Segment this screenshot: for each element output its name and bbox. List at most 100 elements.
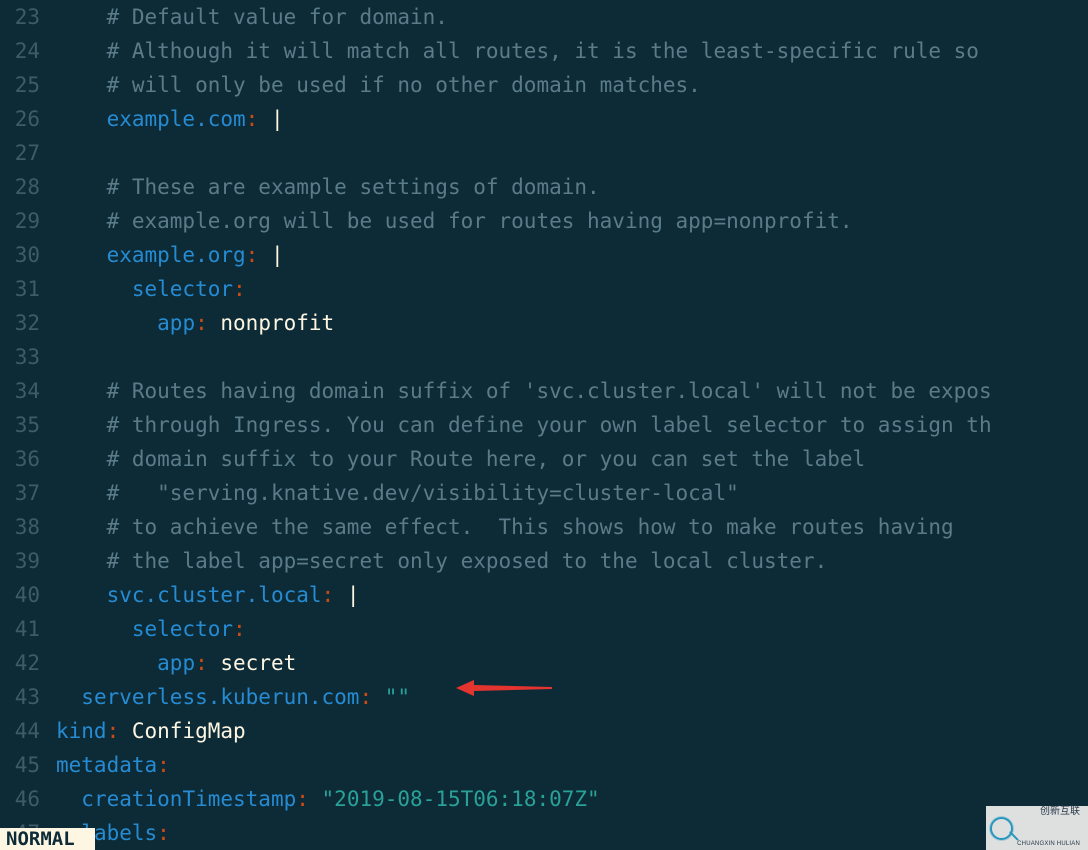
- line-number: 38: [0, 510, 56, 544]
- token: example.com: [107, 107, 246, 131]
- token: :: [359, 685, 372, 709]
- code-line[interactable]: 45metadata:: [0, 748, 1088, 782]
- code-line[interactable]: 33: [0, 340, 1088, 374]
- code-line[interactable]: 26 example.com: |: [0, 102, 1088, 136]
- line-number: 43: [0, 680, 56, 714]
- token: :: [157, 821, 170, 845]
- line-number: 23: [0, 0, 56, 34]
- code-content[interactable]: creationTimestamp: "2019-08-15T06:18:07Z…: [56, 782, 600, 816]
- code-line[interactable]: 31 selector:: [0, 272, 1088, 306]
- code-content[interactable]: example.com: |: [56, 102, 284, 136]
- code-line[interactable]: 29 # example.org will be used for routes…: [0, 204, 1088, 238]
- code-line[interactable]: 25 # will only be used if no other domai…: [0, 68, 1088, 102]
- line-number: 24: [0, 34, 56, 68]
- token: secret: [208, 651, 297, 675]
- line-number: 40: [0, 578, 56, 612]
- token: # "serving.knative.dev/visibility=cluste…: [107, 481, 739, 505]
- code-line[interactable]: 34 # Routes having domain suffix of 'svc…: [0, 374, 1088, 408]
- token: :: [246, 107, 259, 131]
- code-line[interactable]: 42 app: secret: [0, 646, 1088, 680]
- code-content[interactable]: # "serving.knative.dev/visibility=cluste…: [56, 476, 739, 510]
- code-content[interactable]: # Routes having domain suffix of 'svc.cl…: [56, 374, 992, 408]
- token: svc.cluster.local: [107, 583, 322, 607]
- code-line[interactable]: 27: [0, 136, 1088, 170]
- code-content[interactable]: # through Ingress. You can define your o…: [56, 408, 992, 442]
- token: :: [195, 651, 208, 675]
- code-content[interactable]: # example.org will be used for routes ha…: [56, 204, 853, 238]
- token: "": [372, 685, 410, 709]
- token: app: [157, 651, 195, 675]
- line-number: 45: [0, 748, 56, 782]
- line-number: 29: [0, 204, 56, 238]
- code-content[interactable]: metadata:: [56, 748, 170, 782]
- code-line[interactable]: 28 # These are example settings of domai…: [0, 170, 1088, 204]
- code-line[interactable]: 23 # Default value for domain.: [0, 0, 1088, 34]
- token: :: [233, 617, 246, 641]
- code-content[interactable]: example.org: |: [56, 238, 284, 272]
- line-number: 28: [0, 170, 56, 204]
- token: # domain suffix to your Route here, or y…: [107, 447, 866, 471]
- code-line[interactable]: 39 # the label app=secret only exposed t…: [0, 544, 1088, 578]
- line-number: 46: [0, 782, 56, 816]
- token: |: [258, 243, 283, 267]
- code-content[interactable]: app: secret: [56, 646, 296, 680]
- code-line[interactable]: 47 labels:: [0, 816, 1088, 850]
- code-content[interactable]: svc.cluster.local: |: [56, 578, 359, 612]
- line-number: 39: [0, 544, 56, 578]
- token: ConfigMap: [119, 719, 245, 743]
- line-number: 25: [0, 68, 56, 102]
- code-line[interactable]: 41 selector:: [0, 612, 1088, 646]
- code-content[interactable]: # to achieve the same effect. This shows…: [56, 510, 954, 544]
- code-line[interactable]: 35 # through Ingress. You can define you…: [0, 408, 1088, 442]
- code-line[interactable]: 36 # domain suffix to your Route here, o…: [0, 442, 1088, 476]
- token: # to achieve the same effect. This shows…: [107, 515, 954, 539]
- code-line[interactable]: 24 # Although it will match all routes, …: [0, 34, 1088, 68]
- token: "2019-08-15T06:18:07Z": [309, 787, 600, 811]
- code-content[interactable]: # Default value for domain.: [56, 0, 448, 34]
- token: app: [157, 311, 195, 335]
- line-number: 41: [0, 612, 56, 646]
- token: # the label app=secret only exposed to t…: [107, 549, 828, 573]
- code-content[interactable]: # the label app=secret only exposed to t…: [56, 544, 827, 578]
- code-editor[interactable]: 23 # Default value for domain.24 # Altho…: [0, 0, 1088, 850]
- line-number: 36: [0, 442, 56, 476]
- code-line[interactable]: 30 example.org: |: [0, 238, 1088, 272]
- token: creationTimestamp: [81, 787, 296, 811]
- code-line[interactable]: 46 creationTimestamp: "2019-08-15T06:18:…: [0, 782, 1088, 816]
- code-content[interactable]: selector:: [56, 272, 246, 306]
- code-content[interactable]: app: nonprofit: [56, 306, 334, 340]
- code-line[interactable]: 32 app: nonprofit: [0, 306, 1088, 340]
- token: :: [195, 311, 208, 335]
- code-content[interactable]: # domain suffix to your Route here, or y…: [56, 442, 865, 476]
- token: kind: [56, 719, 107, 743]
- code-line[interactable]: 40 svc.cluster.local: |: [0, 578, 1088, 612]
- code-content[interactable]: serverless.kuberun.com: "": [56, 680, 410, 714]
- code-content[interactable]: # will only be used if no other domain m…: [56, 68, 701, 102]
- token: selector: [132, 617, 233, 641]
- line-number: 26: [0, 102, 56, 136]
- code-content[interactable]: selector:: [56, 612, 246, 646]
- token: :: [157, 753, 170, 777]
- code-content[interactable]: # Although it will match all routes, it …: [56, 34, 992, 68]
- line-number: 31: [0, 272, 56, 306]
- token: # through Ingress. You can define your o…: [107, 413, 992, 437]
- line-number: 27: [0, 136, 56, 170]
- annotation-arrow-icon: [456, 676, 556, 710]
- line-number: 32: [0, 306, 56, 340]
- line-number: 35: [0, 408, 56, 442]
- token: # will only be used if no other domain m…: [107, 73, 701, 97]
- token: metadata: [56, 753, 157, 777]
- token: # Routes having domain suffix of 'svc.cl…: [107, 379, 992, 403]
- code-line[interactable]: 44kind: ConfigMap: [0, 714, 1088, 748]
- token: :: [246, 243, 259, 267]
- line-number: 30: [0, 238, 56, 272]
- token: :: [296, 787, 309, 811]
- token: |: [258, 107, 283, 131]
- code-line[interactable]: 37 # "serving.knative.dev/visibility=clu…: [0, 476, 1088, 510]
- code-line[interactable]: 38 # to achieve the same effect. This sh…: [0, 510, 1088, 544]
- token: # Although it will match all routes, it …: [107, 39, 992, 63]
- code-content[interactable]: # These are example settings of domain.: [56, 170, 600, 204]
- token: # Default value for domain.: [107, 5, 448, 29]
- code-content[interactable]: kind: ConfigMap: [56, 714, 246, 748]
- watermark-badge: 创新互联 CHUANGXIN HULIAN: [986, 806, 1088, 850]
